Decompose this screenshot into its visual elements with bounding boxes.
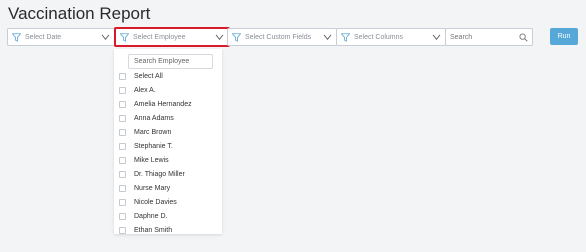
checkbox[interactable] (119, 100, 126, 108)
option-label: Marc Brown (134, 128, 172, 136)
checkbox[interactable] (119, 156, 126, 164)
option-employee[interactable]: Alex A. (119, 85, 156, 95)
chevron-down-icon (432, 34, 441, 40)
custom-fields-filter-label: Select Custom Fields (245, 33, 312, 41)
option-label: Anna Adams (134, 114, 174, 122)
option-employee[interactable]: Nicole Davies (119, 197, 177, 207)
option-select-all[interactable]: Select All (119, 71, 163, 81)
page-title: Vaccination Report (8, 4, 151, 23)
checkbox[interactable] (119, 170, 126, 178)
option-label: Alex A. (134, 86, 156, 94)
columns-filter-label: Select Columns (354, 33, 404, 41)
columns-filter[interactable]: Select Columns (336, 28, 446, 46)
option-label: Stephanie T. (134, 142, 173, 150)
search-input[interactable]: Search (445, 28, 533, 46)
checkbox[interactable] (119, 128, 126, 136)
option-label: Nicole Davies (134, 198, 177, 206)
option-label: Select All (134, 72, 163, 80)
option-employee[interactable]: Mike Lewis (119, 155, 169, 165)
chevron-down-icon (323, 34, 332, 40)
option-label: Nurse Mary (134, 184, 171, 192)
checkbox[interactable] (119, 226, 126, 234)
option-employee[interactable]: Anna Adams (119, 113, 174, 123)
employee-filter-label: Select Employee (133, 33, 186, 41)
search-icon (519, 32, 528, 42)
chevron-down-icon (101, 34, 110, 40)
option-label: Dr. Thiago Miller (134, 170, 185, 178)
checkbox[interactable] (119, 114, 126, 122)
option-employee[interactable]: Ethan Smith (119, 225, 172, 234)
checkbox[interactable] (119, 142, 126, 150)
checkbox[interactable] (119, 72, 126, 80)
funnel-icon (120, 32, 129, 42)
option-label: Daphne D. (134, 212, 168, 220)
employee-filter[interactable]: Select Employee (114, 27, 230, 47)
checkbox[interactable] (119, 198, 126, 206)
option-employee[interactable]: Marc Brown (119, 127, 171, 137)
option-employee[interactable]: Stephanie T. (119, 141, 173, 151)
option-employee[interactable]: Nurse Mary (119, 183, 170, 193)
date-filter-label: Select Date (25, 33, 62, 41)
run-button[interactable]: Run (550, 28, 578, 45)
employee-search-input[interactable]: Search Employee (128, 54, 213, 69)
option-employee[interactable]: Dr. Thiago Miller (119, 169, 185, 179)
option-label: Ethan Smith (134, 226, 173, 234)
option-employee[interactable]: Daphne D. (119, 211, 167, 221)
custom-fields-filter[interactable]: Select Custom Fields (227, 28, 337, 46)
employee-dropdown: Search Employee Select All Alex A. Ameli… (114, 49, 222, 234)
funnel-icon (12, 32, 21, 42)
funnel-icon (232, 32, 241, 42)
checkbox[interactable] (119, 184, 126, 192)
date-filter[interactable]: Select Date (7, 28, 115, 46)
funnel-icon (341, 32, 350, 42)
chevron-down-icon (215, 34, 224, 40)
option-label: Mike Lewis (134, 156, 169, 164)
option-label: Amelia Hernandez (134, 100, 192, 108)
checkbox[interactable] (119, 212, 126, 220)
checkbox[interactable] (119, 86, 126, 94)
search-placeholder: Search (450, 33, 473, 41)
option-employee[interactable]: Amelia Hernandez (119, 99, 192, 109)
